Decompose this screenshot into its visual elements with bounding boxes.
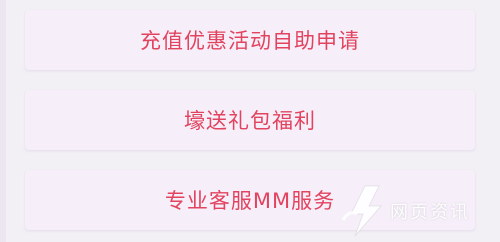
recharge-promo-button[interactable]: 充值优惠活动自助申请 bbox=[25, 10, 475, 70]
customer-service-label: 专业客服MM服务 bbox=[164, 189, 336, 213]
customer-service-button[interactable]: 专业客服MM服务 bbox=[25, 170, 475, 230]
recharge-promo-label: 充值优惠活动自助申请 bbox=[140, 29, 360, 53]
gift-pack-label: 壕送礼包福利 bbox=[184, 109, 316, 133]
side-panel-edge bbox=[0, 0, 6, 242]
promo-menu-page: 充值优惠活动自助申请 壕送礼包福利 专业客服MM服务 网页资讯 bbox=[0, 0, 500, 242]
gift-pack-button[interactable]: 壕送礼包福利 bbox=[25, 90, 475, 150]
